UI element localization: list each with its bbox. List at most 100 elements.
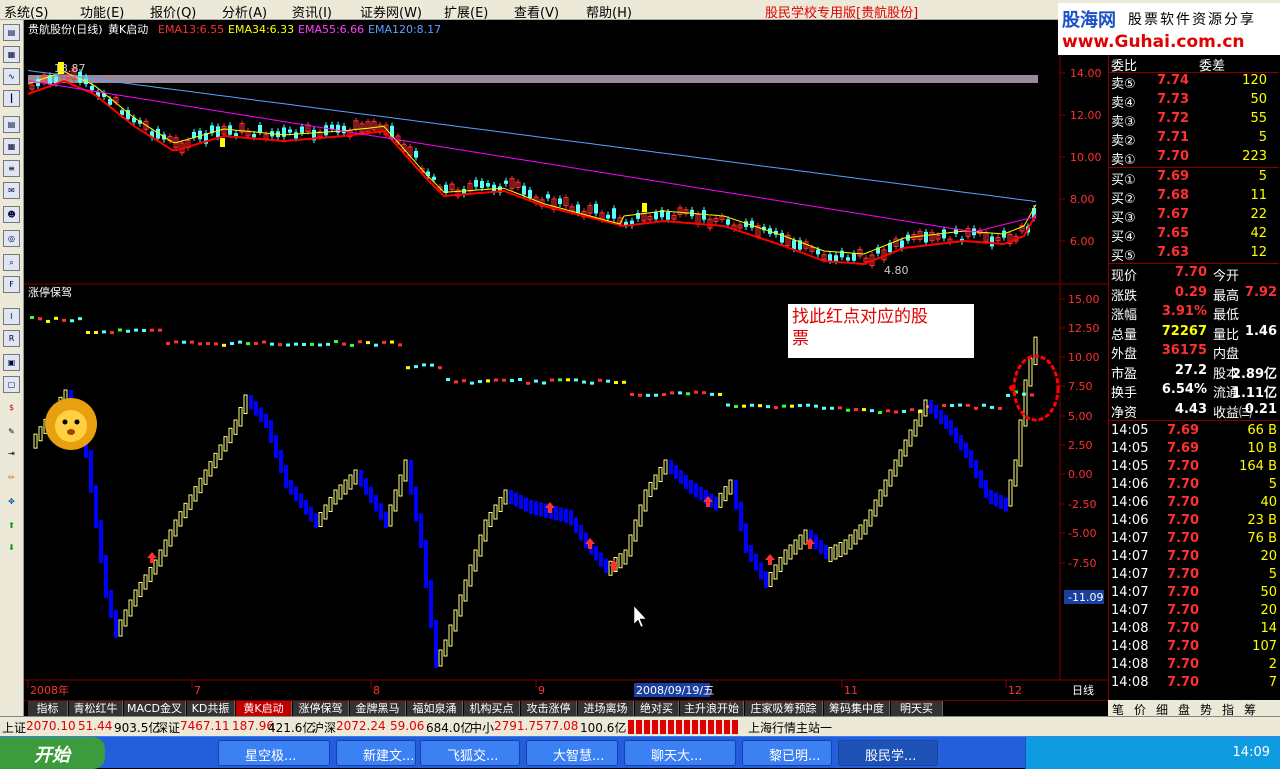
- taskbar-window-button[interactable]: 新建文...: [336, 740, 416, 766]
- move-icon[interactable]: ✥: [3, 494, 20, 511]
- hs-change: 59.06: [390, 719, 425, 733]
- taskbar-window-button[interactable]: 聊天大...: [624, 740, 736, 766]
- indicator-bar-down: [714, 496, 718, 511]
- f10-icon[interactable]: F: [3, 276, 20, 293]
- indicator-dot: [958, 403, 962, 407]
- taskbar-window-button[interactable]: 飞狐交...: [420, 740, 520, 766]
- arrow-up-icon[interactable]: ⬆: [3, 518, 20, 535]
- taskbar-window-button[interactable]: 黎已明...: [742, 740, 832, 766]
- indicator-tab[interactable]: 攻击涨停: [521, 701, 577, 716]
- indicator-tab[interactable]: 筹码集中度: [824, 701, 890, 716]
- indicator-tab[interactable]: 福如泉涌: [407, 701, 463, 716]
- indicator-tab[interactable]: 黄K启动: [236, 701, 292, 716]
- table-icon[interactable]: ▦: [3, 46, 20, 63]
- period-label[interactable]: 日线: [1072, 683, 1094, 697]
- kline-icon[interactable]: ┃: [3, 90, 20, 107]
- indicator-tab[interactable]: 绝对买: [635, 701, 679, 716]
- menu-extend[interactable]: 扩展(E): [444, 2, 488, 21]
- menu-securities-net[interactable]: 证券网(W): [360, 2, 422, 21]
- price-tick-label: 12.00: [1070, 109, 1102, 122]
- indicator-dot: [942, 403, 946, 407]
- indicator-dot: [382, 340, 386, 344]
- picture-icon[interactable]: ▣: [3, 354, 20, 371]
- indicator-dot: [406, 366, 410, 370]
- taskbar-window-button[interactable]: 星空极...: [218, 740, 330, 766]
- indicator-bar-down: [679, 470, 683, 484]
- indicator-tab[interactable]: 涨停保驾: [293, 701, 349, 716]
- indicator-bar-down: [94, 485, 98, 528]
- indicator-dot: [766, 405, 770, 409]
- candle-body: [216, 126, 220, 138]
- indicator-tab[interactable]: 机构买点: [464, 701, 520, 716]
- quote-list-icon[interactable]: ▤: [3, 24, 20, 41]
- report-icon[interactable]: ▤: [3, 116, 20, 133]
- kline-chart[interactable]: 贵航股份(日线) 黄K启动 EMA13:6.55 EMA34:6.33 EMA5…: [24, 20, 1108, 700]
- dollar-icon[interactable]: $: [3, 400, 20, 417]
- indicator-bar-down: [749, 545, 753, 562]
- candle-body: [666, 212, 670, 220]
- candle-body: [504, 180, 508, 184]
- menu-quote[interactable]: 报价(Q): [150, 2, 196, 21]
- candle-body: [840, 250, 844, 258]
- indicator-tab[interactable]: KD共振: [187, 701, 235, 716]
- indicator-dot: [286, 343, 290, 347]
- exit-icon[interactable]: ⇥: [3, 446, 20, 463]
- indicator-tab[interactable]: 青松红牛: [69, 701, 123, 716]
- order-book-row: 买① 7.69 5: [1109, 168, 1279, 188]
- mail-icon[interactable]: ✉: [3, 182, 20, 199]
- tick-volume: 23 B: [1247, 513, 1277, 528]
- indicator-bar-down: [99, 520, 103, 563]
- indicator-dot: [302, 343, 306, 347]
- indicator-tab[interactable]: 庄家吸筹预踪: [745, 701, 823, 716]
- taskbar-window-button[interactable]: 股民学...: [838, 740, 938, 766]
- rsi-icon[interactable]: R: [3, 330, 20, 347]
- indicator-dot: [974, 406, 978, 410]
- zx-value: 2791.75: [494, 719, 544, 733]
- arrow-down-icon[interactable]: ⬇: [3, 540, 20, 557]
- indicator-tab[interactable]: 进场离场: [578, 701, 634, 716]
- taskbar-window-button[interactable]: 大智慧...: [526, 740, 618, 766]
- window-icon[interactable]: ▢: [3, 376, 20, 393]
- order-volume: 120: [1242, 73, 1267, 88]
- indicator-tab[interactable]: 明天买: [891, 701, 943, 716]
- globe-icon[interactable]: ◎: [3, 230, 20, 247]
- date-label: 12: [1008, 684, 1022, 697]
- indicator-dot: [166, 341, 170, 345]
- list-icon[interactable]: ≡: [3, 160, 20, 177]
- indicator-dot: [206, 342, 210, 346]
- menu-function[interactable]: 功能(E): [80, 2, 124, 21]
- indicator-dot: [894, 410, 898, 414]
- menu-analysis[interactable]: 分析(A): [222, 2, 267, 21]
- indicator-tab[interactable]: 金牌黑马: [350, 701, 406, 716]
- logo-text-cn: 股海网: [1062, 10, 1116, 31]
- price-tick-label: 10.00: [1070, 151, 1102, 164]
- indicator-tab[interactable]: MACD金叉: [124, 701, 186, 716]
- order-level-label: 卖③: [1111, 115, 1136, 130]
- indicator-dot: [1006, 393, 1010, 397]
- tick-price: 7.70: [1167, 621, 1200, 636]
- stat-row: 涨幅 3.91% 最低: [1109, 303, 1279, 323]
- sh-change: 51.44: [78, 719, 113, 733]
- candle-body: [90, 85, 94, 91]
- indicator-bar-down: [564, 508, 568, 523]
- indicator-bar-down: [674, 465, 678, 479]
- menu-system[interactable]: 系统(S): [4, 2, 48, 21]
- menu-view[interactable]: 查看(V): [514, 2, 559, 21]
- users-icon[interactable]: ☻: [3, 206, 20, 223]
- indicator-tab[interactable]: 主升浪开始: [680, 701, 744, 716]
- indicator-dot: [574, 378, 578, 382]
- order-volume: 55: [1250, 111, 1267, 126]
- server-site[interactable]: 上海行情主站一: [748, 719, 832, 736]
- chart-area[interactable]: 贵航股份(日线) 黄K启动 EMA13:6.55 EMA34:6.33 EMA5…: [24, 20, 1108, 700]
- start-button[interactable]: 开始: [0, 737, 105, 769]
- tools-icon[interactable]: ✎: [3, 424, 20, 441]
- indicator-tab[interactable]: 指标: [28, 701, 68, 716]
- search-icon[interactable]: ⌕: [3, 254, 20, 271]
- pencil-icon[interactable]: ✏: [3, 470, 20, 487]
- mini-chart-icon[interactable]: ⌇: [3, 308, 20, 325]
- lower-min-label: -11.09: [1068, 591, 1103, 604]
- line-chart-icon[interactable]: ∿: [3, 68, 20, 85]
- grid-icon[interactable]: ▦: [3, 138, 20, 155]
- menu-info[interactable]: 资讯(I): [292, 2, 332, 21]
- menu-help[interactable]: 帮助(H): [586, 2, 632, 21]
